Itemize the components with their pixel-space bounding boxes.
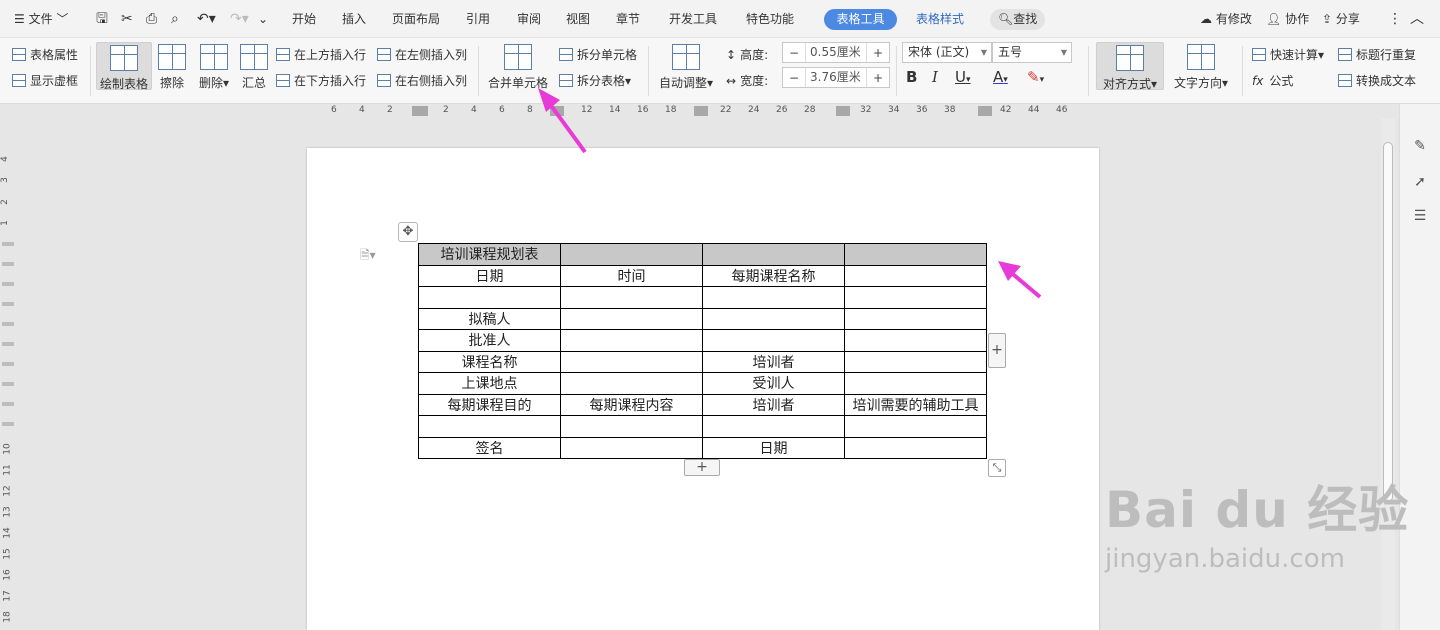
arrow-to-table-header	[998, 261, 1042, 299]
arrow-to-merge-cells	[538, 88, 587, 154]
annotation-arrows	[538, 88, 1042, 299]
